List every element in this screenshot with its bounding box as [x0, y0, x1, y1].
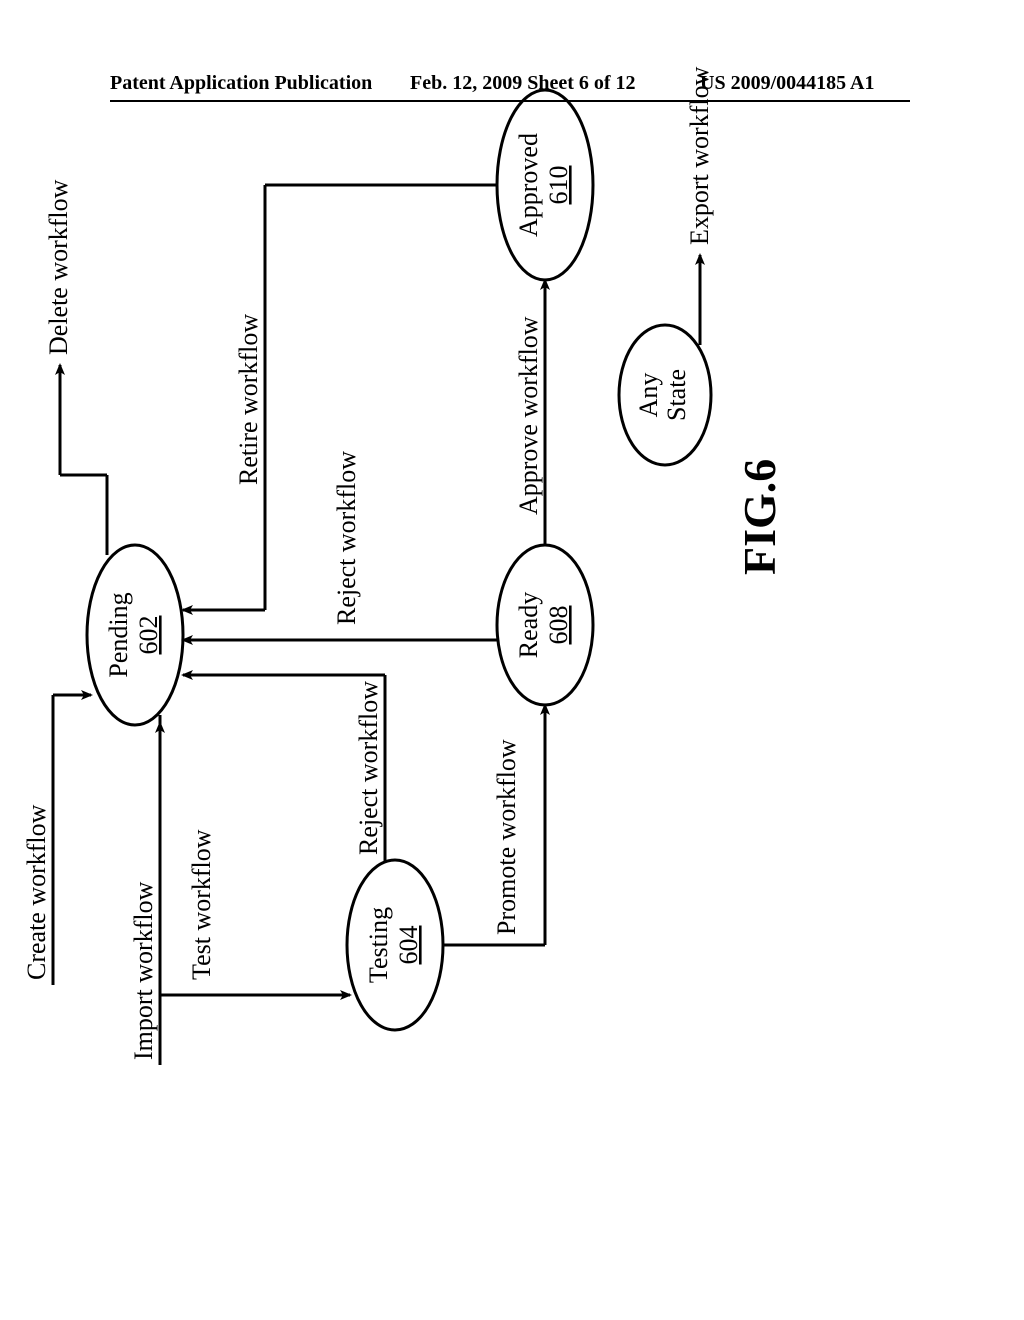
edge-delete-workflow: Delete workflow: [44, 179, 107, 555]
state-any-label1: Any: [634, 373, 663, 418]
edge-reject1-label: Reject workflow: [354, 681, 383, 855]
state-any-label2: State: [662, 369, 691, 421]
state-ready-label: Ready: [514, 592, 543, 658]
edge-approve-workflow: Approve workflow: [514, 280, 545, 545]
state-ready: Ready 608: [497, 545, 593, 705]
edge-export-label: Export workflow: [685, 66, 714, 245]
state-approved-ref: 610: [544, 166, 573, 205]
state-testing-label: Testing: [364, 907, 393, 983]
edge-export-workflow: Export workflow: [685, 66, 714, 345]
figure-6-rotated: Pending 602 Testing 604 Ready 608 Approv…: [0, 275, 1024, 1095]
state-pending-ref: 602: [134, 616, 163, 655]
page: Patent Application Publication Feb. 12, …: [0, 0, 1024, 1320]
edge-reject-ready: Reject workflow: [183, 451, 497, 640]
state-approved: Approved 610: [497, 90, 593, 280]
edge-test-label: Test workflow: [187, 829, 216, 980]
edge-import-workflow: Import workflow: [129, 723, 160, 1065]
state-any: Any State: [619, 325, 711, 465]
state-testing-ref: 604: [394, 926, 423, 965]
state-pending-label: Pending: [104, 592, 133, 677]
state-approved-label: Approved: [514, 133, 543, 237]
state-diagram-svg: Pending 602 Testing 604 Ready 608 Approv…: [0, 45, 805, 1095]
edge-create-label: Create workflow: [22, 804, 51, 980]
edge-promote-workflow: Promote workflow: [443, 705, 545, 945]
edge-approve-label: Approve workflow: [514, 316, 543, 515]
edge-create-workflow: Create workflow: [22, 695, 91, 985]
edge-test-workflow: Test workflow: [160, 715, 350, 995]
edge-import-label: Import workflow: [129, 881, 158, 1060]
state-testing: Testing 604: [347, 860, 443, 1030]
figure-label: FIG.6: [734, 459, 785, 575]
state-ready-ref: 608: [544, 606, 573, 645]
edge-delete-label: Delete workflow: [44, 179, 73, 355]
edge-retire-label: Retire workflow: [234, 314, 263, 485]
edge-reject2-label: Reject workflow: [332, 451, 361, 625]
edge-promote-label: Promote workflow: [492, 739, 521, 935]
state-pending: Pending 602: [87, 545, 183, 725]
